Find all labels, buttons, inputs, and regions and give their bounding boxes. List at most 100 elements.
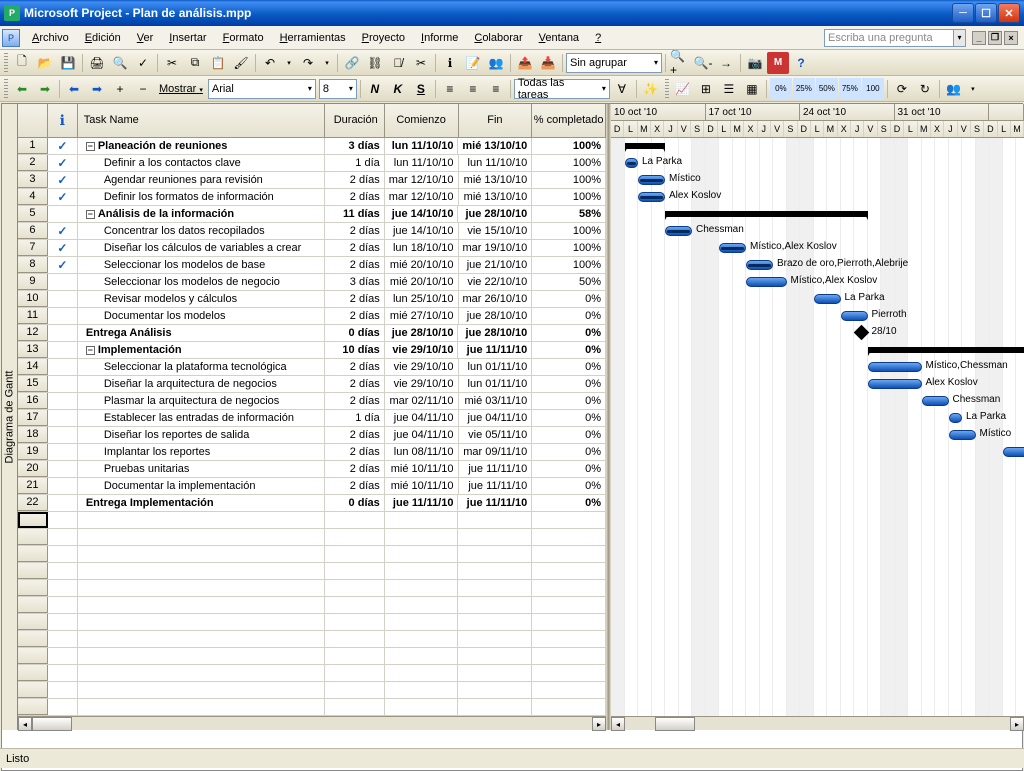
row-header[interactable]: 22 — [18, 495, 48, 511]
pct-cell[interactable]: 0% — [532, 478, 606, 494]
menu-colaborar[interactable]: Colaborar — [466, 29, 530, 47]
gantt-row[interactable]: Alex Koslov — [611, 189, 1024, 206]
row-header[interactable] — [18, 529, 48, 545]
table-row[interactable] — [18, 648, 606, 665]
dur-cell[interactable]: 2 días — [325, 461, 385, 477]
cut-icon[interactable]: ✂ — [161, 52, 183, 74]
gantt-row[interactable]: Chessman — [611, 223, 1024, 240]
end-cell[interactable]: mié 03/11/10 — [459, 393, 533, 409]
gantt-row[interactable] — [611, 461, 1024, 478]
dur-cell[interactable]: 1 día — [325, 155, 385, 171]
dur-cell[interactable]: 3 días — [325, 274, 385, 290]
task-bar[interactable] — [841, 311, 868, 321]
day-header[interactable]: V — [678, 121, 691, 137]
dur-cell[interactable]: 2 días — [325, 444, 385, 460]
task-name-cell[interactable]: Seleccionar los modelos de base — [78, 257, 325, 273]
pct-cell[interactable]: 0% — [532, 359, 606, 375]
menu-edición[interactable]: Edición — [77, 29, 129, 47]
day-header[interactable]: L — [998, 121, 1011, 137]
ms-office-icon[interactable]: M — [767, 52, 789, 74]
table-row[interactable] — [18, 631, 606, 648]
start-cell[interactable]: vie 29/10/10 — [385, 376, 459, 392]
col-pct-complete[interactable]: % completado — [532, 104, 606, 137]
row-header[interactable]: 12 — [18, 325, 48, 341]
start-cell[interactable]: mié 20/10/10 — [385, 274, 459, 290]
row-header[interactable]: 9 — [18, 274, 48, 290]
gantt-row[interactable] — [611, 444, 1024, 461]
pct-cell[interactable]: 0% — [532, 495, 606, 511]
collapse-icon[interactable]: − — [86, 346, 95, 355]
row-header[interactable]: 4 — [18, 189, 48, 205]
row-header[interactable]: 11 — [18, 308, 48, 324]
task-bar[interactable] — [868, 379, 922, 389]
day-header[interactable]: V — [864, 121, 877, 137]
day-header[interactable]: X — [931, 121, 944, 137]
summary-bar[interactable] — [665, 211, 868, 217]
redo-icon[interactable]: ↷ — [297, 52, 319, 74]
day-header[interactable]: D — [891, 121, 904, 137]
gantt-row[interactable] — [611, 342, 1024, 359]
dur-cell[interactable]: 2 días — [325, 223, 385, 239]
task-name-cell[interactable]: −Implementación — [78, 342, 325, 358]
pct-cell[interactable]: 100% — [532, 138, 606, 154]
task-name-cell[interactable]: Diseñar los reportes de salida — [78, 427, 325, 443]
spellcheck-icon[interactable]: ✓ — [132, 52, 154, 74]
save-icon[interactable]: 💾 — [57, 52, 79, 74]
task-name-cell[interactable]: −Planeación de reuniones — [78, 138, 325, 154]
dur-cell[interactable]: 2 días — [325, 359, 385, 375]
bold-icon[interactable]: N — [364, 78, 386, 100]
dur-cell[interactable]: 1 día — [325, 410, 385, 426]
end-cell[interactable]: jue 28/10/10 — [458, 206, 532, 222]
end-cell[interactable]: mié 13/10/10 — [458, 138, 532, 154]
publish-icon[interactable]: 📤 — [514, 52, 536, 74]
table-row[interactable] — [18, 580, 606, 597]
menu-ver[interactable]: Ver — [129, 29, 162, 47]
day-header[interactable]: M — [918, 121, 931, 137]
menu-insertar[interactable]: Insertar — [161, 29, 214, 47]
end-cell[interactable]: mié 13/10/10 — [459, 172, 533, 188]
dur-cell[interactable]: 2 días — [325, 172, 385, 188]
day-header[interactable]: D — [611, 121, 624, 137]
end-cell[interactable]: vie 15/10/10 — [459, 223, 533, 239]
row-header[interactable]: 19 — [18, 444, 48, 460]
end-cell[interactable]: lun 01/11/10 — [459, 376, 533, 392]
table-row[interactable] — [18, 529, 606, 546]
table-row[interactable]: 22Entrega Implementación0 díasjue 11/11/… — [18, 495, 606, 512]
pct-cell[interactable]: 58% — [532, 206, 606, 222]
row-header[interactable] — [18, 563, 48, 579]
start-cell[interactable]: lun 08/11/10 — [385, 444, 459, 460]
day-header[interactable]: M — [638, 121, 651, 137]
end-cell[interactable]: jue 21/10/10 — [459, 257, 533, 273]
end-cell[interactable]: jue 04/11/10 — [459, 410, 533, 426]
table-row[interactable]: 4✓Definir los formatos de información2 d… — [18, 189, 606, 206]
table-row[interactable] — [18, 682, 606, 699]
task-name-cell[interactable]: Establecer las entradas de información — [78, 410, 325, 426]
start-cell[interactable]: mié 27/10/10 — [385, 308, 459, 324]
pct-cell[interactable]: 100% — [532, 189, 606, 205]
day-header[interactable]: S — [691, 121, 704, 137]
table-row[interactable]: 11Documentar los modelos2 díasmié 27/10/… — [18, 308, 606, 325]
pct-75-icon[interactable]: 75% — [839, 78, 861, 100]
task-bar[interactable] — [949, 430, 976, 440]
task-name-cell[interactable]: Seleccionar los modelos de negocio — [78, 274, 325, 290]
table-row[interactable]: 15Diseñar la arquitectura de negocios2 d… — [18, 376, 606, 393]
table-row[interactable]: 18Diseñar los reportes de salida2 díasju… — [18, 427, 606, 444]
day-header[interactable]: M — [824, 121, 837, 137]
pct-cell[interactable]: 100% — [532, 155, 606, 171]
day-header[interactable]: D — [984, 121, 997, 137]
day-header[interactable]: L — [904, 121, 917, 137]
start-cell[interactable]: jue 04/11/10 — [385, 427, 459, 443]
pct-cell[interactable]: 0% — [532, 410, 606, 426]
undo-dropdown-icon[interactable]: ▾ — [282, 59, 296, 67]
row-header[interactable] — [18, 580, 48, 596]
task-name-cell[interactable]: Plasmar la arquitectura de negocios — [78, 393, 325, 409]
pct-25-icon[interactable]: 25% — [793, 78, 815, 100]
gantt-row[interactable] — [611, 495, 1024, 512]
goto-task-icon[interactable]: → — [715, 52, 737, 74]
gantt-row[interactable]: Chessman — [611, 393, 1024, 410]
table-row[interactable]: 13−Implementación10 díasvie 29/10/10jue … — [18, 342, 606, 359]
table-row[interactable]: 2✓Definir a los contactos clave1 díalun … — [18, 155, 606, 172]
paste-icon[interactable]: 📋 — [207, 52, 229, 74]
gantt-hscrollbar[interactable]: ◂ ▸ — [611, 716, 1024, 730]
row-header[interactable]: 15 — [18, 376, 48, 392]
